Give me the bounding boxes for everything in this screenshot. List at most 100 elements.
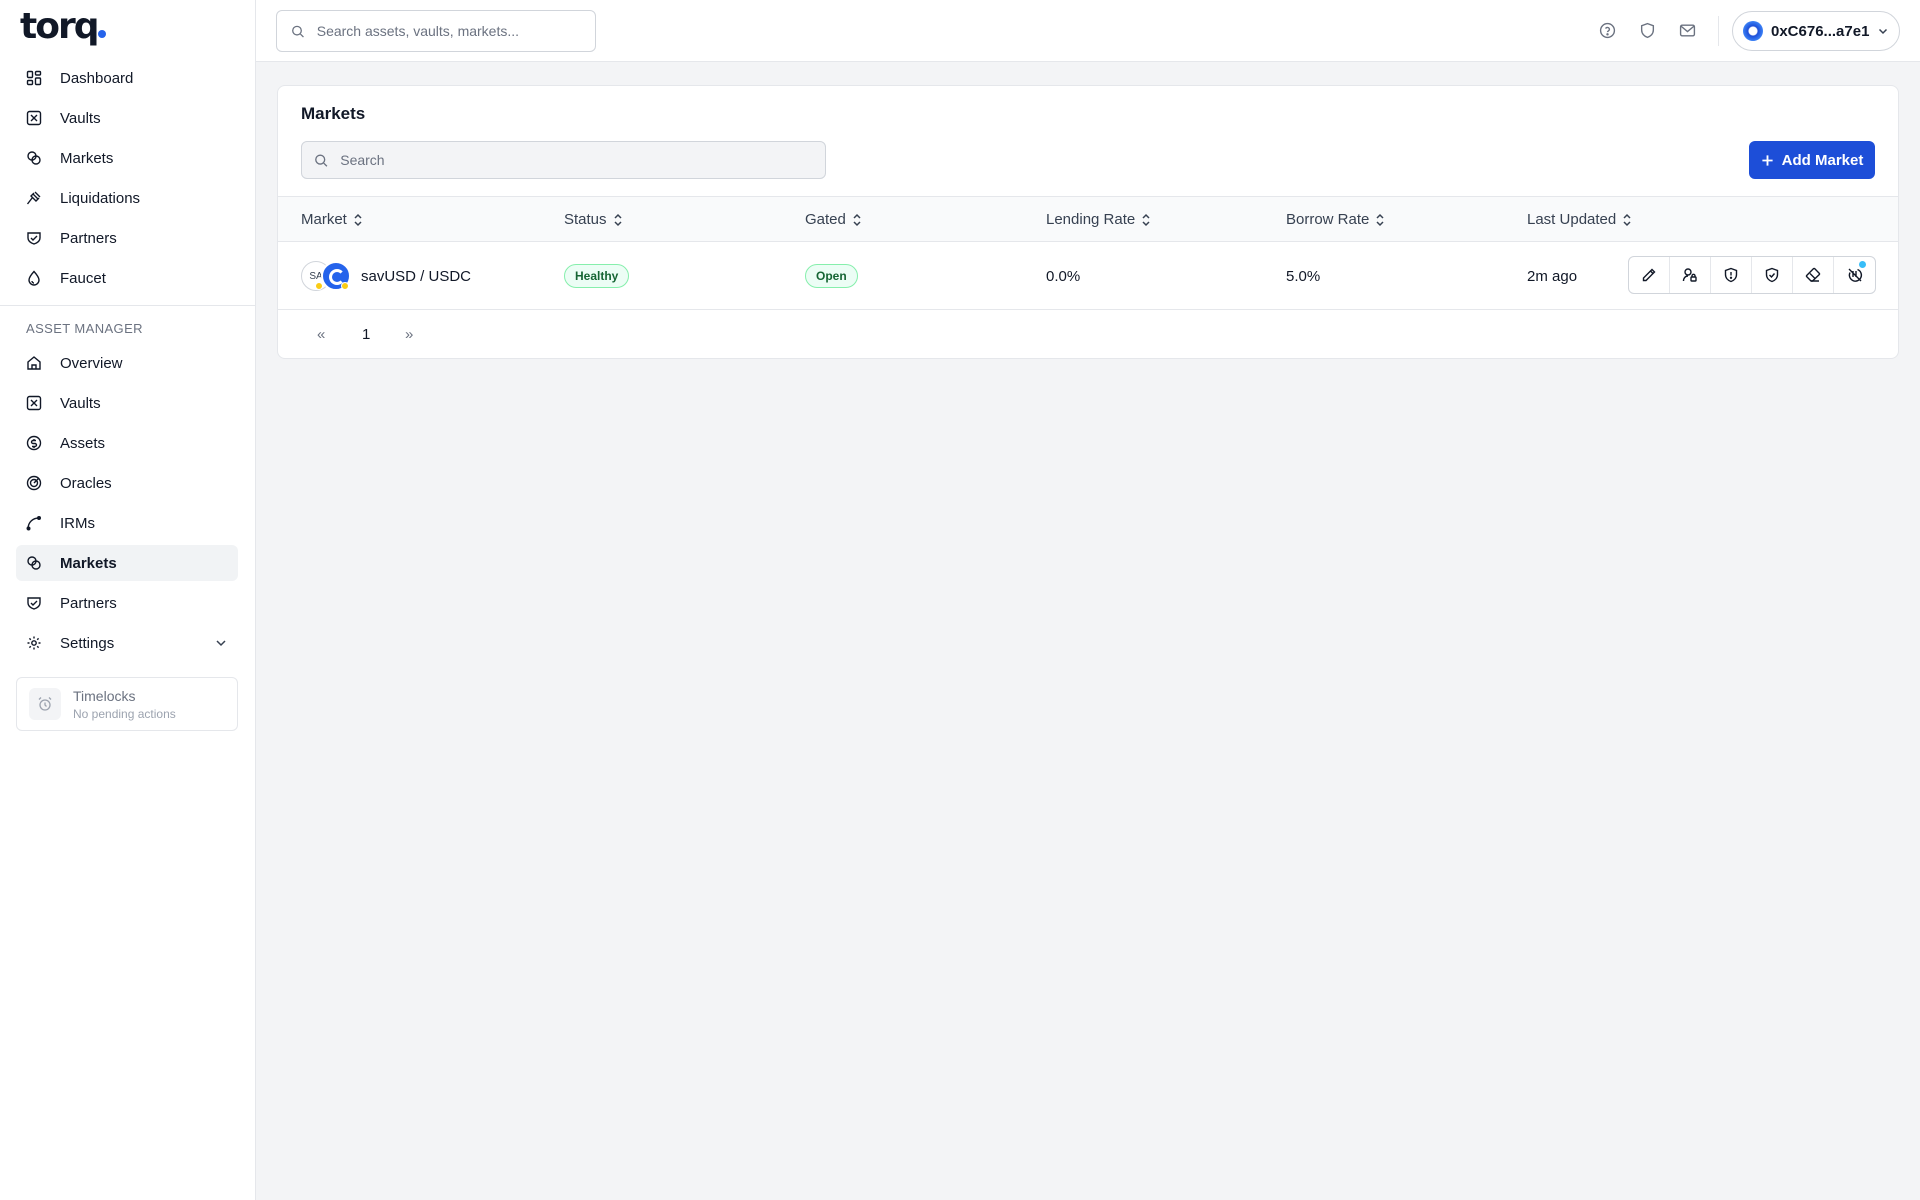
column-label: Gated	[805, 211, 846, 228]
curve-icon	[26, 516, 41, 531]
table-search[interactable]	[301, 141, 826, 179]
sidebar: torq Dashboard Vaults Markets Liquidatio…	[0, 0, 256, 1200]
sidebar-item-irms[interactable]: IRMs	[16, 505, 238, 541]
markets-card: Markets Add Market Market Status Gated L…	[277, 85, 1899, 359]
sidebar-item-am-markets[interactable]: Markets	[16, 545, 238, 581]
table-search-input[interactable]	[340, 152, 825, 168]
sidebar-item-label: Faucet	[60, 269, 106, 287]
column-label: Market	[301, 211, 347, 228]
next-page-button[interactable]: »	[405, 326, 413, 343]
timelock-icon-box	[29, 688, 61, 720]
sidebar-item-label: Oracles	[60, 474, 112, 492]
page-title: Markets	[301, 104, 366, 123]
pagination: « 1 »	[278, 310, 1898, 358]
chevron-down-icon	[1879, 28, 1888, 35]
verify-button[interactable]	[1752, 257, 1793, 293]
page-number[interactable]: 1	[362, 326, 370, 343]
status-cell: Healthy	[564, 242, 630, 310]
sidebar-item-label: Markets	[60, 149, 114, 167]
droplet-icon	[28, 270, 40, 286]
global-search[interactable]	[276, 10, 596, 52]
link-icon	[27, 556, 41, 570]
coin-icon	[26, 435, 42, 451]
sidebar-item-dashboard[interactable]: Dashboard	[16, 60, 238, 96]
column-header-status[interactable]: Status	[564, 211, 623, 228]
sidebar-item-overview[interactable]: Overview	[16, 345, 238, 381]
wallet-button[interactable]: 0xC676...a7e1	[1732, 11, 1900, 51]
token-b-badge	[341, 282, 349, 290]
column-label: Last Updated	[1527, 211, 1617, 228]
column-header-borrow-rate[interactable]: Borrow Rate	[1286, 211, 1385, 228]
sidebar-item-label: Dashboard	[60, 69, 134, 87]
gated-cell: Open	[805, 242, 858, 310]
pause-icon	[1848, 268, 1862, 282]
torq-logo[interactable]: torq	[20, 6, 107, 47]
add-market-label: Add Market	[1781, 151, 1864, 169]
add-market-button[interactable]: Add Market	[1749, 141, 1875, 179]
logo-text: torq	[20, 6, 99, 47]
sidebar-item-vaults[interactable]: Vaults	[16, 100, 238, 136]
shield-icon[interactable]	[1639, 22, 1656, 39]
sidebar-item-faucet[interactable]: Faucet	[16, 260, 238, 296]
sidebar-item-label: Partners	[60, 594, 117, 612]
prev-page-button[interactable]: «	[317, 326, 325, 343]
sort-icon	[614, 213, 622, 226]
header-divider	[1718, 16, 1719, 46]
sidebar-item-assets[interactable]: Assets	[16, 425, 238, 461]
vault-icon	[26, 395, 42, 411]
sort-icon	[354, 213, 362, 226]
market-cell: SA savUSD / USDC	[301, 242, 471, 310]
sidebar-item-am-partners[interactable]: Partners	[16, 585, 238, 621]
risk-button[interactable]	[1711, 257, 1752, 293]
dashboard-icon	[26, 70, 42, 86]
help-icon[interactable]	[1599, 22, 1616, 39]
sort-icon	[1623, 213, 1631, 226]
sort-icon	[1142, 213, 1150, 226]
market-name[interactable]: savUSD / USDC	[361, 268, 471, 285]
link-icon	[27, 151, 41, 165]
sidebar-divider	[0, 305, 255, 306]
sidebar-item-label: Overview	[60, 354, 123, 372]
pause-button[interactable]	[1834, 257, 1875, 293]
token-a-badge	[315, 282, 323, 290]
timelock-subtitle: No pending actions	[73, 706, 176, 721]
wallet-address: 0xC676...a7e1	[1771, 22, 1870, 40]
handshake-icon	[27, 232, 41, 245]
timelocks-panel[interactable]: Timelocks No pending actions	[16, 677, 238, 731]
sidebar-item-label: Vaults	[60, 109, 101, 127]
sidebar-item-label: Vaults	[60, 394, 101, 412]
borrow-rate-cell: 5.0%	[1286, 267, 1321, 285]
column-header-gated[interactable]: Gated	[805, 211, 862, 228]
row-actions	[1628, 256, 1876, 294]
sidebar-item-am-vaults[interactable]: Vaults	[16, 385, 238, 421]
access-control-button[interactable]	[1670, 257, 1711, 293]
gear-icon	[27, 636, 41, 650]
edit-button[interactable]	[1629, 257, 1670, 293]
search-icon	[315, 153, 328, 167]
sidebar-item-liquidations[interactable]: Liquidations	[16, 180, 238, 216]
status-badge: Healthy	[564, 264, 630, 288]
logo-dot	[98, 30, 107, 38]
search-icon	[292, 25, 304, 38]
eraser-icon	[1805, 267, 1821, 282]
chevron-down-icon[interactable]	[214, 636, 228, 650]
asset-manager-nav: Overview Vaults Assets Oracles IRMs Mark…	[16, 345, 238, 665]
home-icon	[27, 356, 41, 370]
notification-dot	[1858, 260, 1867, 269]
mail-icon[interactable]	[1679, 22, 1696, 39]
primary-nav: Dashboard Vaults Markets Liquidations Pa…	[16, 60, 238, 300]
sidebar-item-partners[interactable]: Partners	[16, 220, 238, 256]
column-header-last-updated[interactable]: Last Updated	[1527, 211, 1632, 228]
global-search-input[interactable]	[316, 23, 595, 39]
gated-badge: Open	[805, 264, 858, 288]
sort-icon	[853, 213, 861, 226]
column-header-lending-rate[interactable]: Lending Rate	[1046, 211, 1151, 228]
column-label: Status	[564, 211, 607, 228]
sidebar-item-oracles[interactable]: Oracles	[16, 465, 238, 501]
sidebar-item-markets[interactable]: Markets	[16, 140, 238, 176]
sidebar-item-label: Partners	[60, 229, 117, 247]
table-row[interactable]: SA savUSD / USDC Healthy Open 0.0% 5.0% …	[278, 242, 1898, 310]
sidebar-item-settings[interactable]: Settings	[16, 625, 238, 661]
clear-button[interactable]	[1793, 257, 1834, 293]
column-header-market[interactable]: Market	[301, 211, 363, 228]
